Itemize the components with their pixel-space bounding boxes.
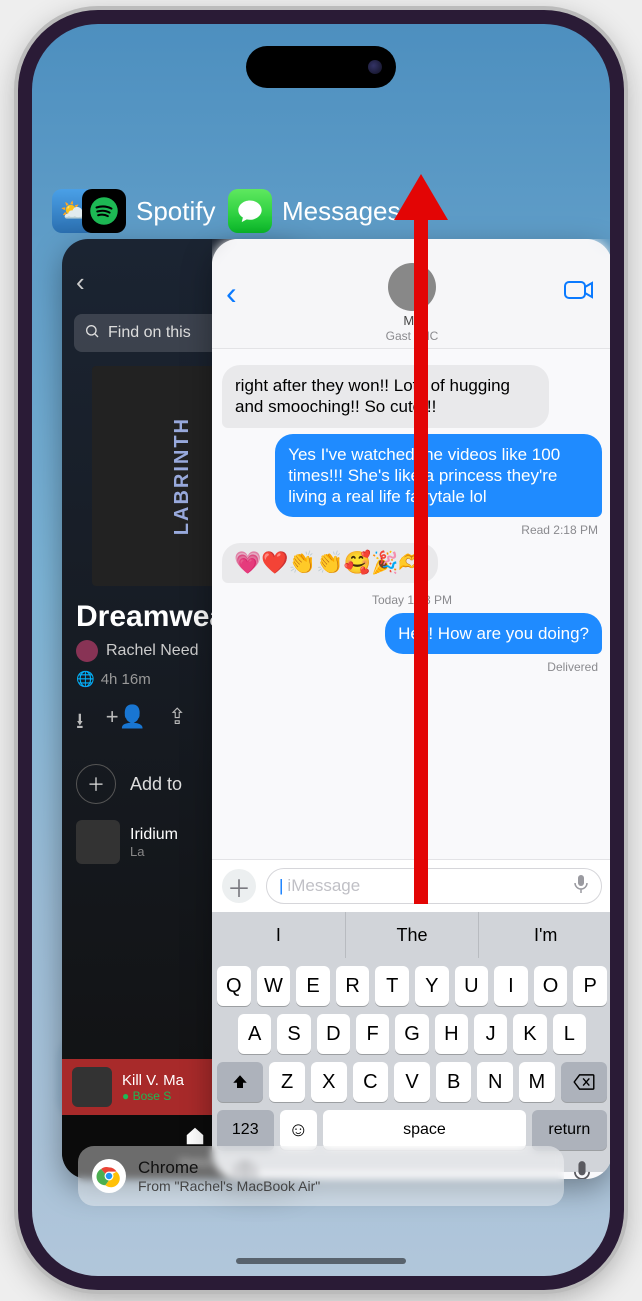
key-f[interactable]: F	[356, 1014, 389, 1054]
contact-location: Gast , NC	[386, 329, 439, 343]
numbers-key[interactable]: 123	[217, 1110, 274, 1150]
now-playing-title: Kill V. Ma	[122, 1072, 184, 1089]
side-button	[623, 360, 624, 500]
key-t[interactable]: T	[375, 966, 409, 1006]
keyboard-row: Z X C V B N M	[212, 1062, 610, 1102]
keyboard: I The I'm Q W E R T Y U I O P A	[212, 912, 610, 1172]
space-key[interactable]: space	[323, 1110, 525, 1150]
playlist-author: Rachel Need	[106, 642, 199, 660]
timestamp: Today 1:43 PM	[222, 593, 602, 607]
search-placeholder: Find on this	[108, 324, 191, 342]
add-to-label: Add to	[130, 774, 182, 795]
handoff-banner[interactable]: Chrome From "Rachel's MacBook Air"	[78, 1146, 564, 1206]
side-button	[18, 320, 19, 410]
side-button	[18, 430, 19, 520]
avatar	[76, 640, 98, 662]
key-e[interactable]: E	[296, 966, 330, 1006]
key-j[interactable]: J	[474, 1014, 507, 1054]
keyboard-row: A S D F G H J K L	[212, 1014, 610, 1054]
key-q[interactable]: Q	[217, 966, 251, 1006]
keyboard-row: 123 ☺ space return	[212, 1102, 610, 1150]
spotify-icon	[82, 189, 126, 233]
dynamic-island	[246, 46, 396, 88]
handoff-app: Chrome	[138, 1158, 320, 1178]
messages-icon	[228, 189, 272, 233]
delete-key[interactable]	[561, 1062, 607, 1102]
back-icon[interactable]: ‹	[226, 275, 237, 312]
back-icon[interactable]: ‹	[76, 267, 85, 298]
avatar[interactable]	[388, 263, 436, 311]
add-user-icon[interactable]: +👤	[106, 704, 146, 742]
track-thumb	[76, 820, 120, 864]
message-thread[interactable]: right after they won!! Lots of hugging a…	[212, 349, 610, 859]
key-c[interactable]: C	[353, 1062, 389, 1102]
message-input[interactable]: | iMessage	[266, 868, 602, 904]
plus-button[interactable]: ＋	[222, 869, 256, 903]
key-w[interactable]: W	[257, 966, 291, 1006]
key-d[interactable]: D	[317, 1014, 350, 1054]
key-h[interactable]: H	[435, 1014, 468, 1054]
home-icon	[184, 1125, 206, 1147]
key-o[interactable]: O	[534, 966, 568, 1006]
side-button	[18, 240, 19, 290]
playlist-duration: 4h 16m	[101, 671, 151, 688]
search-icon	[84, 323, 100, 344]
delivered-receipt: Delivered	[226, 660, 598, 674]
key-l[interactable]: L	[553, 1014, 586, 1054]
handoff-from: From "Rachel's MacBook Air"	[138, 1178, 320, 1194]
message-incoming[interactable]: right after they won!! Lots of hugging a…	[222, 365, 549, 428]
dictation-icon[interactable]	[572, 1160, 592, 1179]
video-icon[interactable]	[564, 279, 594, 306]
annotation-arrow	[414, 204, 428, 904]
key-k[interactable]: K	[513, 1014, 546, 1054]
prediction-bar: I The I'm	[212, 912, 610, 958]
share-icon[interactable]: ⇪	[168, 704, 186, 742]
key-r[interactable]: R	[336, 966, 370, 1006]
read-receipt: Read 2:18 PM	[226, 523, 598, 537]
chrome-icon	[92, 1159, 126, 1193]
prediction[interactable]: I	[212, 912, 346, 958]
mic-icon[interactable]	[573, 874, 589, 899]
app-card-messages[interactable]: ‹ M› Gast , NC right after they won!! Lo…	[212, 239, 610, 1179]
shift-key[interactable]	[217, 1062, 263, 1102]
message-placeholder: iMessage	[287, 876, 360, 896]
emoji-key[interactable]: ☺	[280, 1110, 318, 1150]
key-m[interactable]: M	[519, 1062, 555, 1102]
key-u[interactable]: U	[455, 966, 489, 1006]
compose-bar: ＋ | iMessage	[212, 859, 610, 912]
now-playing-device: Bose S	[133, 1089, 172, 1103]
now-playing-thumb	[72, 1067, 112, 1107]
annotation-arrow-head	[394, 174, 448, 220]
key-n[interactable]: N	[477, 1062, 513, 1102]
add-button[interactable]: ＋	[76, 764, 116, 804]
app-tag-label: Spotify	[136, 196, 216, 227]
key-p[interactable]: P	[573, 966, 607, 1006]
key-g[interactable]: G	[395, 1014, 428, 1054]
globe-icon: 🌐	[76, 670, 95, 688]
home-indicator[interactable]	[236, 1258, 406, 1264]
app-tag-messages[interactable]: Messages	[228, 189, 401, 233]
album-art-text: LABRINTH	[171, 417, 194, 535]
keyboard-row: Q W E R T Y U I O P	[212, 966, 610, 1006]
key-a[interactable]: A	[238, 1014, 271, 1054]
key-x[interactable]: X	[311, 1062, 347, 1102]
message-outgoing[interactable]: Yes I've watched the videos like 100 tim…	[275, 434, 602, 518]
download-icon[interactable]: ⭳	[76, 704, 84, 742]
return-key[interactable]: return	[532, 1110, 607, 1150]
key-y[interactable]: Y	[415, 966, 449, 1006]
key-v[interactable]: V	[394, 1062, 430, 1102]
key-b[interactable]: B	[436, 1062, 472, 1102]
app-tag-spotify[interactable]: Spotify	[82, 189, 216, 233]
prediction[interactable]: I'm	[479, 912, 610, 958]
key-s[interactable]: S	[277, 1014, 310, 1054]
key-z[interactable]: Z	[269, 1062, 305, 1102]
app-tag-label: Messages	[282, 196, 401, 227]
screen: ⛅ Spotify Messages ‹ Find on this	[32, 24, 610, 1276]
key-i[interactable]: I	[494, 966, 528, 1006]
prediction[interactable]: The	[346, 912, 480, 958]
iphone-frame: ⛅ Spotify Messages ‹ Find on this	[18, 10, 624, 1290]
messages-header: ‹ M› Gast , NC	[212, 239, 610, 349]
message-incoming-emoji[interactable]: 💗❤️👏👏🥰🎉🫶	[222, 543, 438, 583]
